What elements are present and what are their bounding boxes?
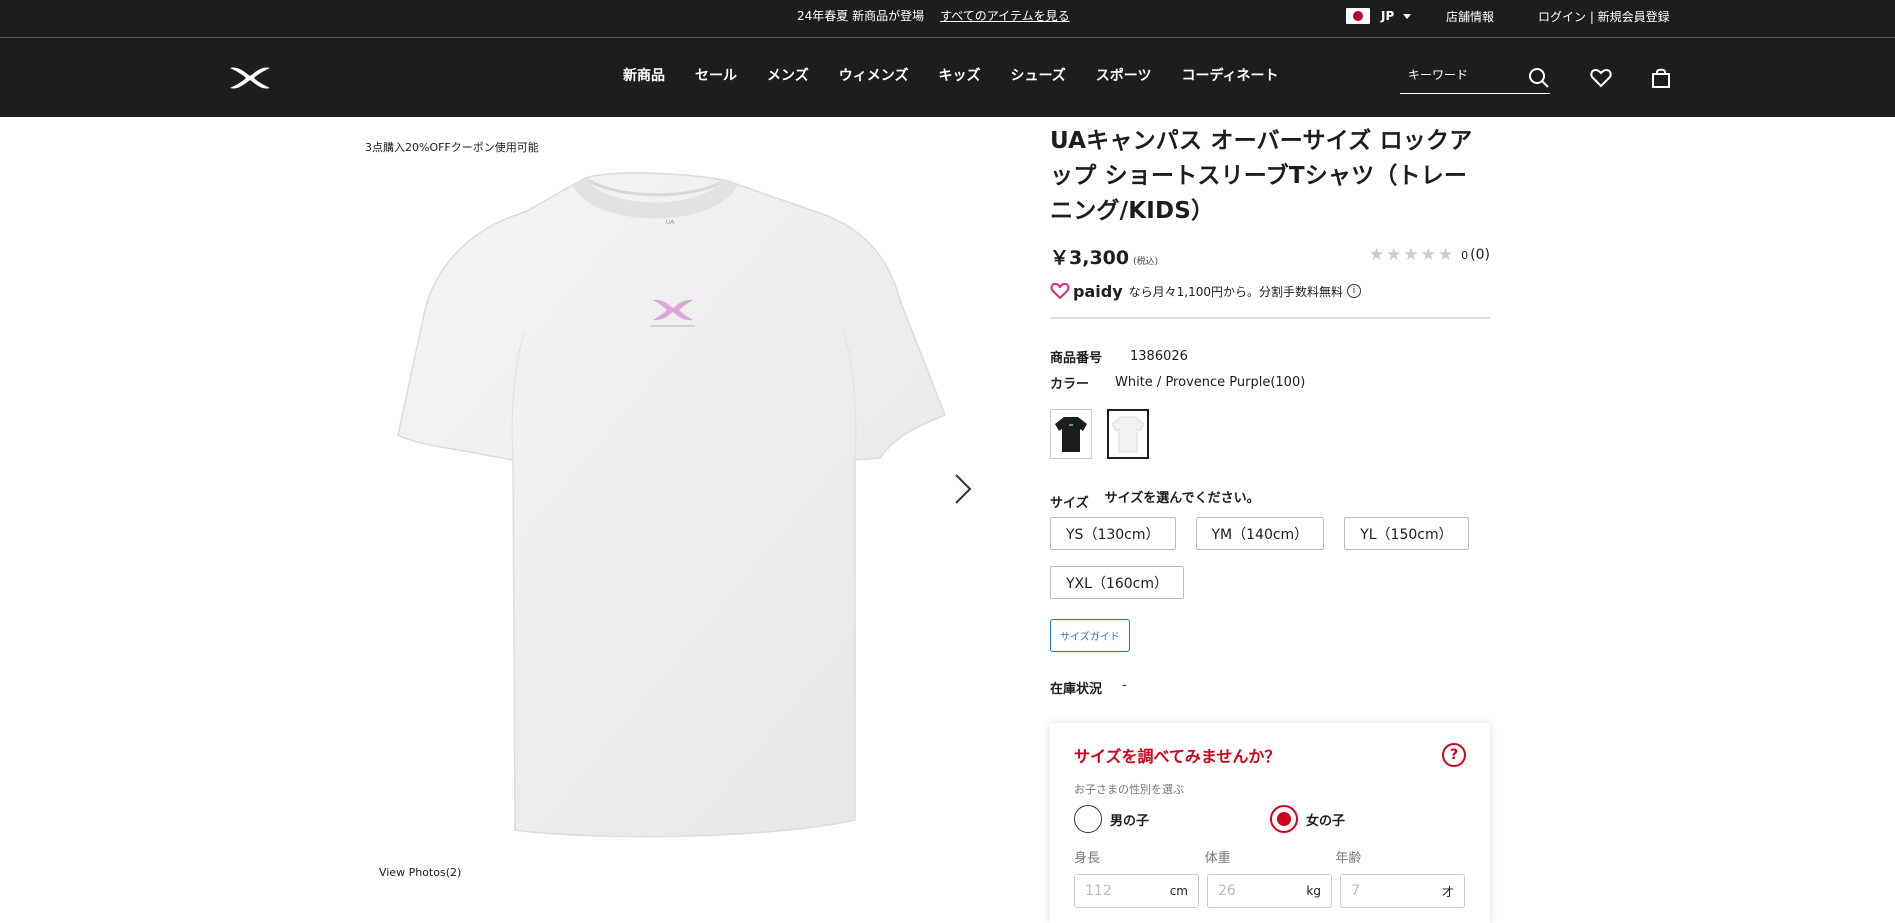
nav-item-mens[interactable]: メンズ	[767, 65, 809, 85]
search-input[interactable]	[1400, 60, 1520, 90]
main-nav: 新商品 セール メンズ ウィメンズ キッズ シューズ スポーツ コーディネート	[623, 65, 1309, 85]
heart-icon[interactable]	[1589, 66, 1613, 90]
white-shirt-thumbnail-icon	[1111, 416, 1145, 453]
size-label: サイズ	[1050, 496, 1089, 511]
paidy-brand: paidy	[1073, 281, 1123, 301]
price-row: ￥3,300 (税込) ★ ★ ★ ★ ★ 0 (0)	[1050, 243, 1490, 273]
site-header: 新商品 セール メンズ ウィメンズ キッズ シューズ スポーツ コーディネート	[0, 37, 1895, 117]
nav-item-sale[interactable]: セール	[695, 65, 737, 85]
star-icon: ★	[1386, 245, 1402, 265]
nav-item-sports[interactable]: スポーツ	[1096, 65, 1152, 85]
gender-prompt: お子さまの性別を選ぶ	[1074, 783, 1184, 796]
item-number: 1386026	[1130, 348, 1188, 364]
measure-labels: 身長 体重 年齢	[1074, 847, 1466, 866]
tax-label: (税込)	[1133, 257, 1159, 267]
girl-label: 女の子	[1306, 813, 1346, 829]
stock-value: -	[1122, 678, 1127, 693]
login-link[interactable]: ログイン | 新規会員登録	[1538, 8, 1670, 25]
age-label: 年齢	[1335, 851, 1362, 866]
color-value: White / Provence Purple(100)	[1115, 374, 1306, 390]
size-options: YS（130cm） YM（140cm） YL（150cm） YXL（160cm）	[1050, 517, 1490, 599]
stock-status: 在庫状況 -	[1050, 678, 1490, 697]
swatch-black[interactable]	[1050, 409, 1092, 459]
store-info-link[interactable]: 店舗情報	[1446, 8, 1494, 25]
boy-label: 男の子	[1110, 813, 1150, 829]
star-icon: ★	[1403, 245, 1419, 265]
price: ￥3,300	[1050, 247, 1130, 269]
weight-placeholder: 26	[1218, 883, 1236, 899]
rating-count: 0	[1461, 248, 1469, 262]
gender-radio-group: 男の子 女の子	[1074, 805, 1466, 833]
region-label: JP	[1381, 9, 1395, 23]
product-details: UAキャンパス オーバーサイズ ロックアップ ショートスリーブTシャツ（トレーニ…	[1050, 124, 1490, 923]
black-shirt-thumbnail-icon	[1055, 417, 1087, 452]
size-finder-title: サイズを調べてみませんか？	[1074, 747, 1281, 766]
info-icon[interactable]: i	[1346, 284, 1361, 298]
divider	[1050, 317, 1490, 319]
under-armour-logo-icon[interactable]	[228, 65, 272, 91]
gender-option-boy[interactable]: 男の子	[1074, 805, 1270, 833]
age-placeholder: 7	[1351, 883, 1360, 899]
paidy-heart-icon	[1050, 282, 1070, 300]
size-button-yxl[interactable]: YXL（160cm）	[1050, 566, 1184, 599]
color-swatches	[1050, 409, 1490, 459]
weight-unit: kg	[1306, 884, 1321, 898]
announcement-bar: 24年春夏 新商品が登場 すべてのアイテムを見る JP 店舗情報 ログイン | …	[0, 0, 1895, 37]
paidy-banner: paidy なら月々1,100円から。分割手数料無料 i	[1050, 279, 1490, 303]
chevron-down-icon	[1403, 13, 1412, 19]
gender-option-girl[interactable]: 女の子	[1270, 805, 1466, 833]
product-spec: 商品番号 1386026 カラー White / Provence Purple…	[1050, 343, 1490, 395]
search-icon[interactable]	[1527, 66, 1551, 90]
nav-item-kids[interactable]: キッズ	[938, 65, 980, 85]
nav-item-new[interactable]: 新商品	[623, 65, 665, 85]
size-guide-button[interactable]: サイズガイド	[1050, 619, 1130, 652]
radio-boy[interactable]	[1074, 805, 1102, 833]
collar-label: UA	[666, 219, 675, 226]
japan-flag-icon	[1346, 8, 1370, 24]
size-finder: サイズを調べてみませんか？ ? お子さまの性別を選ぶ 男の子 女の子 身長 体重…	[1050, 723, 1490, 923]
star-icon: ★	[1420, 245, 1436, 265]
color-label: カラー	[1050, 376, 1090, 392]
nav-item-shoes[interactable]: シューズ	[1010, 65, 1065, 85]
height-input[interactable]: 112 cm	[1074, 874, 1199, 908]
star-icon: ★	[1368, 245, 1385, 265]
height-placeholder: 112	[1085, 883, 1112, 899]
product-title: UAキャンパス オーバーサイズ ロックアップ ショートスリーブTシャツ（トレーニ…	[1050, 128, 1473, 224]
size-button-ys[interactable]: YS（130cm）	[1050, 517, 1176, 550]
age-input[interactable]: 7 才	[1340, 874, 1465, 908]
rating[interactable]: ★ ★ ★ ★ ★ 0 (0)	[1368, 245, 1490, 265]
paidy-text: なら月々1,100円から。分割手数料無料	[1128, 284, 1343, 299]
stock-label: 在庫状況	[1050, 682, 1103, 697]
promo-link[interactable]: すべてのアイテムを見る	[940, 7, 1069, 24]
swatch-white[interactable]	[1107, 409, 1149, 459]
cart-icon[interactable]	[1649, 66, 1673, 90]
paidy-logo: paidy	[1050, 281, 1123, 301]
age-unit: 才	[1441, 884, 1454, 899]
product-image[interactable]: UA	[385, 160, 965, 860]
size-button-ym[interactable]: YM（140cm）	[1195, 517, 1325, 550]
region-selector[interactable]: JP	[1346, 8, 1412, 24]
item-number-label: 商品番号	[1050, 350, 1103, 366]
coupon-notice: 3点購入20%OFFクーポン使用可能	[365, 141, 539, 154]
view-photos-link[interactable]: View Photos(2)	[379, 866, 461, 879]
next-image-arrow-icon[interactable]	[952, 472, 974, 506]
nav-item-coordinate[interactable]: コーディネート	[1182, 65, 1279, 85]
weight-input[interactable]: 26 kg	[1207, 874, 1332, 908]
help-icon[interactable]: ?	[1442, 743, 1466, 767]
nav-item-womens[interactable]: ウィメンズ	[839, 65, 909, 85]
size-prompt: サイズを選んでください。	[1104, 491, 1260, 506]
size-button-yl[interactable]: YL（150cm）	[1344, 517, 1469, 550]
height-unit: cm	[1169, 884, 1188, 898]
promo: 24年春夏 新商品が登場 すべてのアイテムを見る	[797, 7, 1070, 24]
promo-text: 24年春夏 新商品が登場	[797, 9, 925, 23]
measure-inputs: 112 cm 26 kg 7 才	[1074, 874, 1466, 908]
weight-label: 体重	[1204, 851, 1231, 866]
review-count: (0)	[1470, 247, 1490, 263]
height-label: 身長	[1074, 851, 1101, 866]
radio-girl[interactable]	[1270, 805, 1298, 833]
size-header: サイズ サイズを選んでください。	[1050, 487, 1490, 511]
star-icon: ★	[1437, 245, 1454, 265]
